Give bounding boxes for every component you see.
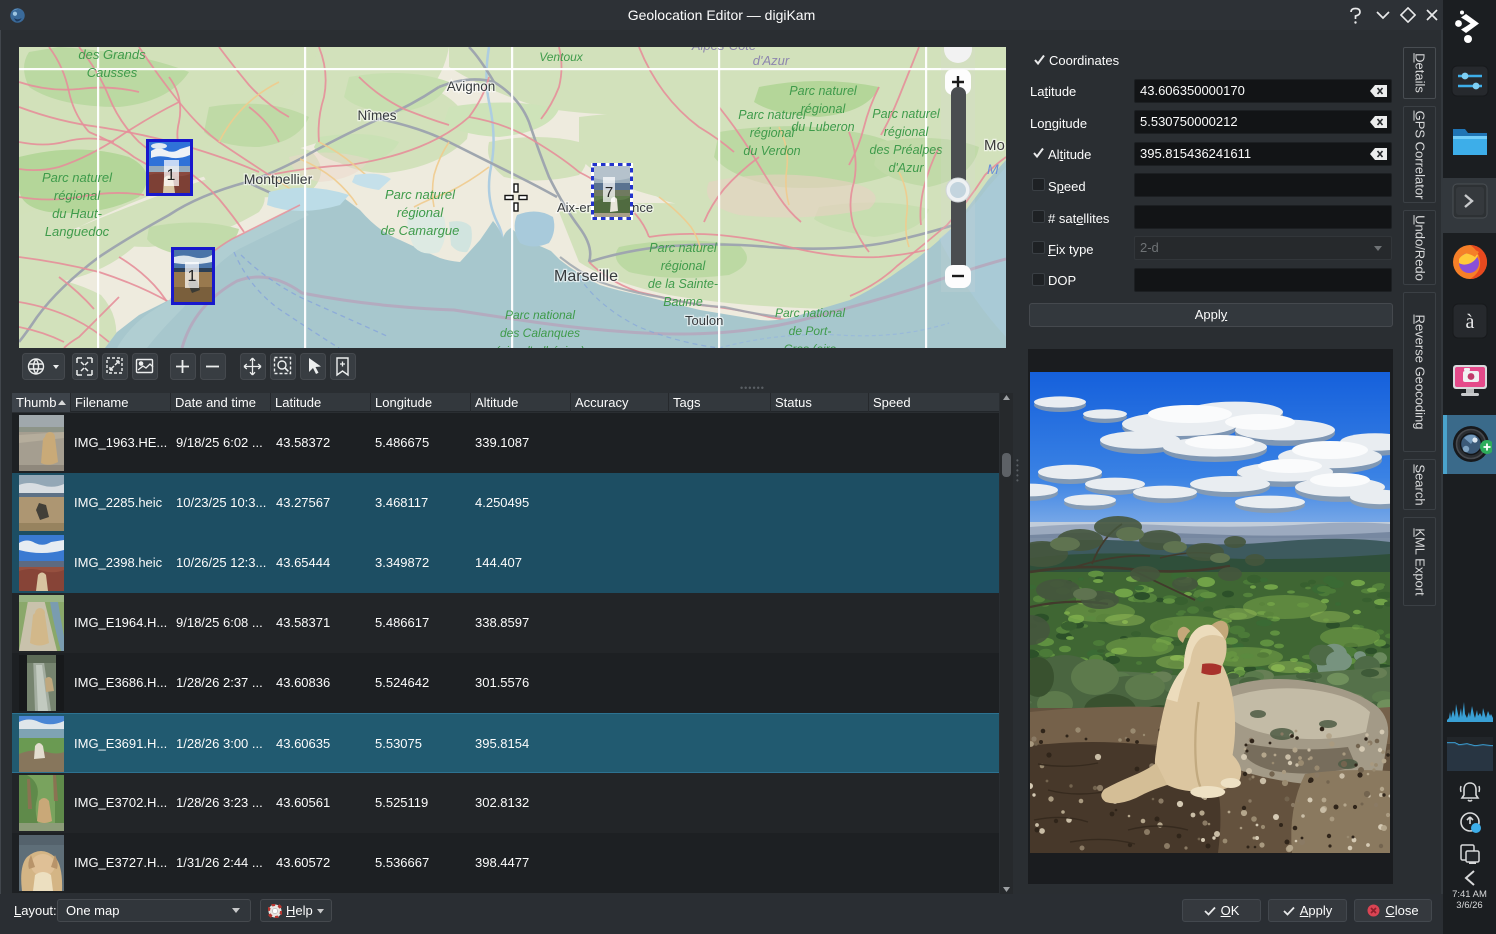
svg-text:Parc naturel: Parc naturel: [385, 187, 456, 202]
svg-text:Cros (aire: Cros (aire: [784, 342, 837, 348]
svg-text:Parc naturel: Parc naturel: [789, 84, 858, 98]
svg-text:régional: régional: [54, 188, 101, 203]
svg-text:à: à: [1466, 311, 1475, 333]
svg-text:(aire d'adhésion): (aire d'adhésion): [495, 344, 584, 348]
svg-text:Marseille: Marseille: [554, 268, 618, 285]
svg-text:du Haut-: du Haut-: [52, 206, 103, 221]
svg-text:M: M: [987, 161, 999, 177]
svg-text:du Verdon: du Verdon: [743, 144, 800, 158]
svg-text:d'Azur: d'Azur: [888, 161, 924, 175]
svg-text:de la Sainte-: de la Sainte-: [648, 277, 718, 291]
svg-text:Causses: Causses: [87, 65, 138, 80]
svg-text:régional: régional: [397, 205, 444, 220]
svg-text:Parc naturel: Parc naturel: [738, 108, 807, 122]
svg-text:Parc national: Parc national: [505, 308, 575, 322]
svg-text:Parc naturel: Parc naturel: [872, 107, 941, 121]
svg-text:Montpellier: Montpellier: [244, 171, 313, 187]
svg-text:Ventoux: Ventoux: [539, 50, 584, 64]
svg-text:de Port-: de Port-: [789, 324, 832, 338]
svg-text:des Grands: des Grands: [78, 47, 146, 62]
svg-text:régional: régional: [750, 126, 796, 140]
svg-text:Mo: Mo: [984, 137, 1005, 154]
svg-text:Alpes-Côte: Alpes-Côte: [691, 47, 756, 53]
svg-text:des Calanques: des Calanques: [500, 326, 580, 340]
svg-text:régional: régional: [801, 102, 847, 116]
svg-text:Parc naturel: Parc naturel: [42, 170, 113, 185]
svg-text:Avignon: Avignon: [447, 79, 496, 94]
svg-text:régional: régional: [884, 125, 930, 139]
svg-text:Nîmes: Nîmes: [357, 108, 396, 123]
svg-text:1: 1: [188, 268, 197, 285]
svg-text:7: 7: [605, 184, 613, 201]
svg-text:Baume: Baume: [663, 295, 703, 309]
svg-text:régional: régional: [661, 259, 707, 273]
svg-text:1: 1: [167, 167, 176, 184]
svg-text:de Camargue: de Camargue: [381, 223, 460, 238]
svg-text:Toulon: Toulon: [685, 313, 723, 328]
svg-text:Parc naturel: Parc naturel: [649, 241, 718, 255]
svg-text:Parc national: Parc national: [775, 306, 845, 320]
svg-text:d'Azur: d'Azur: [753, 53, 790, 68]
svg-text:du Luberon: du Luberon: [791, 120, 854, 134]
svg-text:Languedoc: Languedoc: [45, 224, 110, 239]
svg-text:des Préalpes: des Préalpes: [870, 143, 943, 157]
